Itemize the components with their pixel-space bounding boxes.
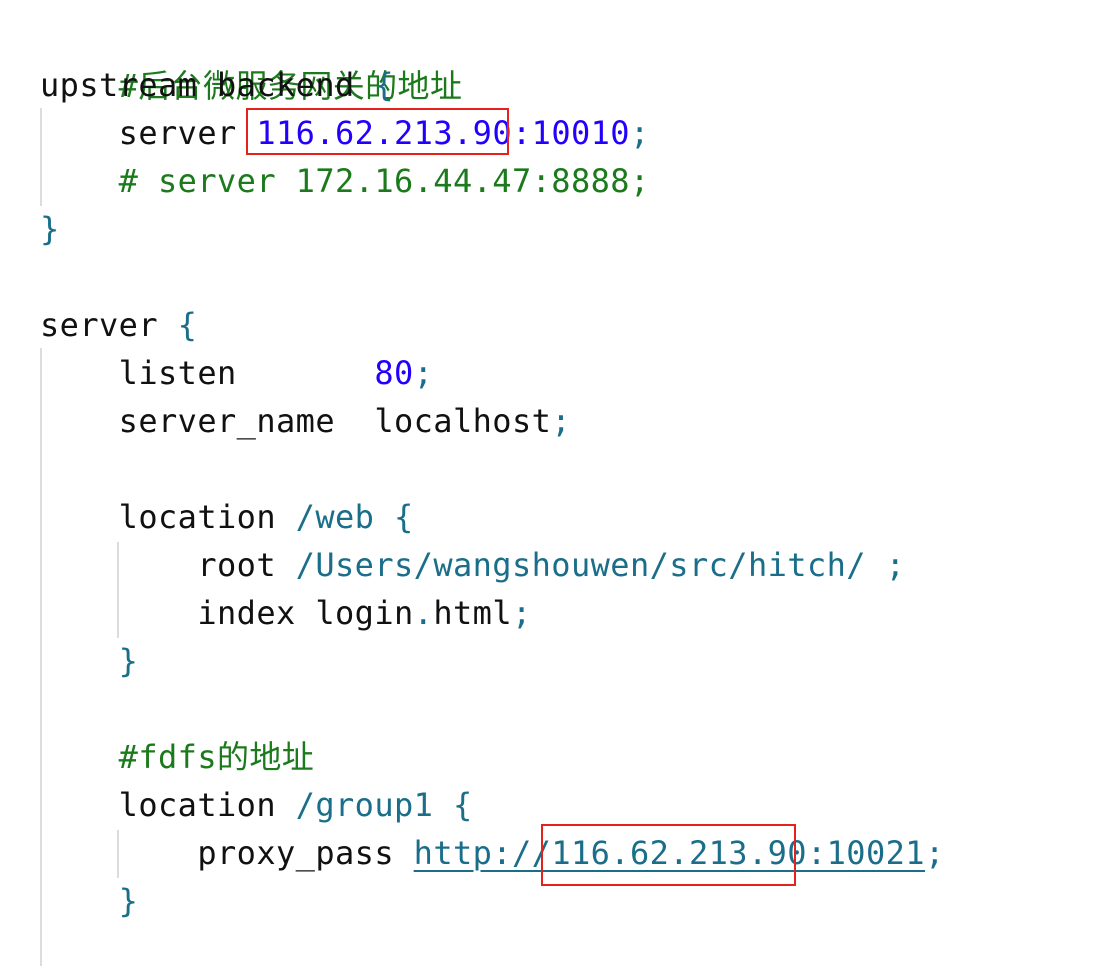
code-line-6: server { [40,301,197,349]
root-path: /Users/wangshouwen/src/hitch/ [295,546,866,584]
open-brace: { [177,306,198,344]
code-line-11: index login.html; [40,589,532,637]
listen-port: 80 [374,354,414,392]
code-line-2: upstream backend { [40,61,394,109]
semicolon: ; [629,114,650,152]
dot: . [413,594,434,632]
code-line-10: root /Users/wangshouwen/src/hitch/ ; [40,541,905,589]
code-line-16: } [40,877,138,925]
index-directive: index login [40,594,414,632]
semicolon: ; [924,834,945,872]
proxy-pass-directive: proxy_pass [40,834,414,872]
code-line-8: server_name localhost; [40,397,571,445]
index-ext: html [433,594,512,632]
code-line-5: } [40,205,60,253]
code-line-4: # server 172.16.44.47:8888; [40,157,650,205]
listen-directive: listen [40,354,375,392]
comment-fdfs-address: #fdfs的地址 [40,738,315,776]
semicolon: ; [865,546,906,584]
code-line-13: #fdfs的地址 [40,733,314,781]
code-line-14: location /group1 { [40,781,473,829]
code-line-7: listen 80; [40,349,433,397]
open-brace: { [433,786,473,824]
highlight-box-proxy-ip [541,824,796,886]
semicolon: ; [551,402,571,440]
location-keyword: location [40,498,296,536]
code-line-9: location /web { [40,493,414,541]
code-line-15: proxy_pass http://116.62.213.90:10021; [40,829,945,877]
root-directive: root [40,546,296,584]
close-brace: } [40,882,139,920]
open-brace: { [374,66,394,104]
server-directive: server [40,114,257,152]
server-name-directive: server_name localhost [40,402,552,440]
code-line-1: #后台微服务网关的地址 [40,14,462,105]
upstream-keyword: upstream backend [40,66,375,104]
semicolon: ; [512,594,532,632]
semicolon: ; [413,354,434,392]
comment-server-alt: # server 172.16.44.47:8888; [40,162,650,200]
location-path-web: /web [295,498,375,536]
code-line-12: } [40,637,138,685]
close-brace: } [40,642,139,680]
open-brace: { [374,498,414,536]
server-block-keyword: server [40,306,178,344]
location-keyword: location [40,786,296,824]
close-brace: } [40,210,60,248]
highlight-box-upstream-ip [246,108,509,155]
upstream-port: :10010 [511,114,630,152]
code-editor[interactable]: #后台微服务网关的地址 upstream backend { server 11… [0,0,1112,966]
location-path-group1: /group1 [295,786,434,824]
